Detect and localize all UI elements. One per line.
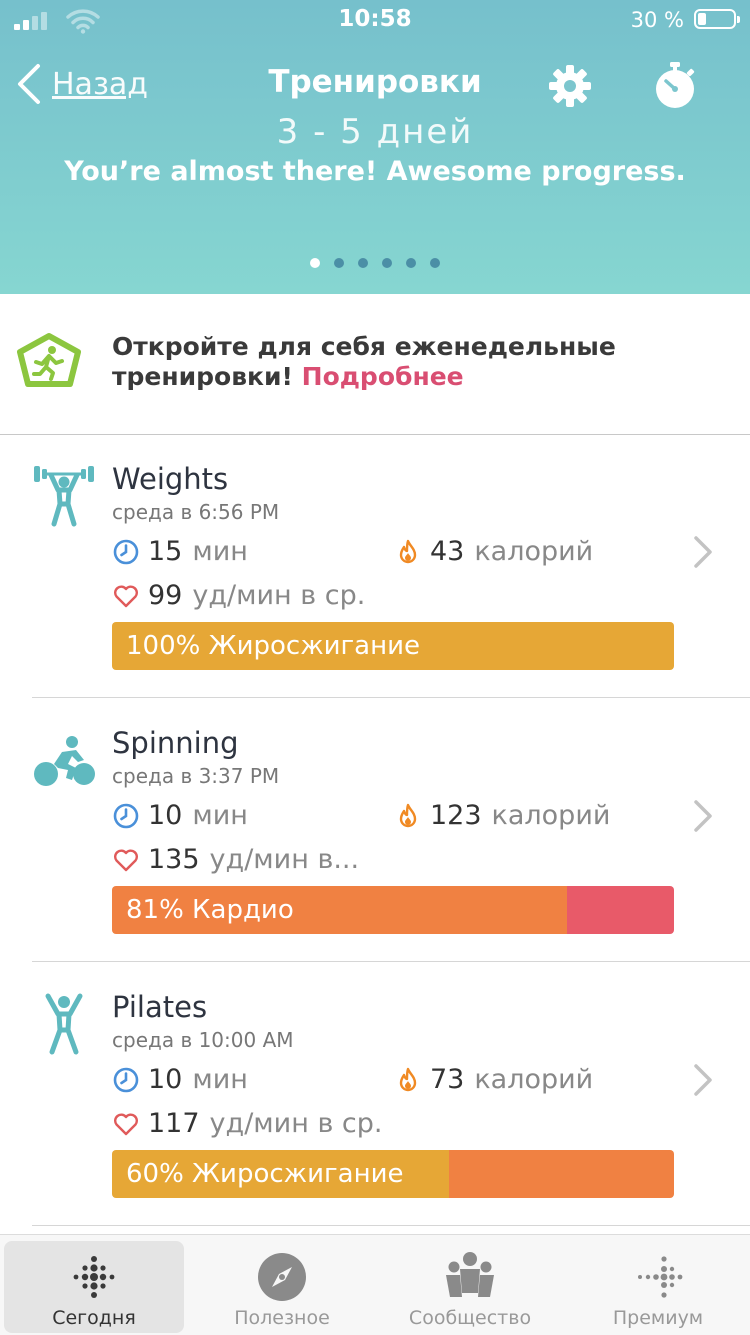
heart-rate-unit: уд/мин в... [209,844,360,875]
duration-stat: 10 мин [112,1064,248,1095]
clock-icon [113,1067,139,1092]
duration-stat: 10 мин [112,800,248,831]
page-dot[interactable] [406,258,416,268]
heart-icon [114,849,138,871]
duration-unit: мин [192,800,248,831]
flame-icon [399,803,417,827]
workout-name: Spinning [112,726,239,760]
running-badge-icon [17,333,81,387]
page-dot[interactable] [358,258,368,268]
clock-icon [113,803,139,828]
calories-unit: калорий [474,1064,594,1095]
page-dot[interactable] [430,258,440,268]
workout-name: Pilates [112,990,208,1024]
zone-label: 81% Кардио [126,895,294,925]
duration-unit: мин [192,1064,248,1095]
duration-value: 10 [148,800,183,831]
heart-rate-stat: 117 уд/мин в ср. [112,1108,383,1139]
workout-row[interactable]: Pilates среда в 10:00 AM 10 мин 73 калорий 117… [0,962,750,1226]
heart-icon [114,585,138,607]
battery-percentage: 30 % [630,8,684,32]
tab-compass[interactable]: Полезное [192,1241,372,1333]
hero-headline: 3 - 5 дней [276,112,474,152]
duration-value: 15 [148,536,183,567]
heart-rate-value: 99 [148,580,183,611]
header: 10:58 30 % Назад Тренировки 3 - 5 дней Y… [0,0,750,294]
promo-text: Откройте для себя еженедельные тренировк… [112,332,732,392]
tab-label: Премиум [612,1307,704,1329]
zone-segment-peak [567,886,674,934]
calories-stat: 73 калорий [394,1064,593,1095]
compass-icon [258,1253,306,1301]
calories-unit: калорий [491,800,611,831]
chevron-right-icon [694,536,712,568]
workout-time: среда в 10:00 AM [112,1028,294,1052]
zone-segment-cardio [449,1150,674,1198]
page-indicator[interactable] [310,258,454,268]
weekly-workouts-promo[interactable]: Откройте для себя еженедельные тренировк… [0,294,750,435]
status-bar: 10:58 30 % [0,0,750,44]
flame-icon [399,539,417,563]
workout-name: Weights [112,462,229,496]
heart-zone-bar: 100% Жиросжигание [112,622,674,670]
workout-time: среда в 6:56 PM [112,500,280,524]
weightlifting-icon [34,466,94,527]
chevron-right-icon [694,1064,712,1096]
calories-value: 73 [430,1064,465,1095]
tab-today[interactable]: Сегодня [4,1241,184,1333]
learn-more-link[interactable]: Подробнее [302,362,464,391]
workout-time: среда в 3:37 PM [112,764,280,788]
workout-row[interactable]: Weights среда в 6:56 PM 15 мин 43 калорий 99 уд… [0,434,750,698]
hero-subtitle: You’re almost there! Awesome progress. [64,156,686,187]
row-divider [32,1225,750,1226]
heart-rate-stat: 99 уд/мин в ср. [112,580,365,611]
page-dot[interactable] [310,258,320,268]
page-title: Тренировки [268,64,482,100]
today-icon [73,1256,115,1298]
calories-stat: 43 калорий [394,536,593,567]
page-dot[interactable] [382,258,392,268]
tab-label: Сообщество [408,1307,532,1329]
heart-zone-bar: 81% Кардио [112,886,674,934]
duration-unit: мин [192,536,248,567]
tab-premium[interactable]: Премиум [568,1241,748,1333]
chevron-right-icon [694,800,712,832]
calories-unit: калорий [474,536,594,567]
duration-value: 10 [148,1064,183,1095]
heart-icon [114,1113,138,1135]
premium-icon [638,1256,683,1298]
zone-label: 60% Жиросжигание [126,1159,404,1189]
calories-value: 43 [430,536,465,567]
community-icon [446,1252,494,1297]
calories-stat: 123 калорий [394,800,610,831]
heart-zone-bar: 60% Жиросжигание [112,1150,674,1198]
tab-label: Сегодня [52,1307,136,1329]
pilates-icon [45,993,83,1055]
page-dot[interactable] [334,258,344,268]
gear-icon[interactable] [546,62,594,110]
flame-icon [399,1067,417,1091]
heart-rate-stat: 135 уд/мин в... [112,844,359,875]
tab-community[interactable]: Сообщество [380,1241,560,1333]
tab-label: Полезное [234,1307,330,1329]
heart-rate-unit: уд/мин в ср. [192,580,366,611]
calories-value: 123 [430,800,482,831]
zone-label: 100% Жиросжигание [126,631,421,661]
workout-row[interactable]: Spinning среда в 3:37 PM 10 мин 123 калорий 13… [0,698,750,962]
heart-rate-unit: уд/мин в ср. [209,1108,383,1139]
stopwatch-icon[interactable] [651,60,699,110]
cycling-icon [34,736,95,786]
duration-stat: 15 мин [112,536,248,567]
tab-bar: Сегодня Полезное Сообщество Премиум [0,1234,750,1335]
battery-icon [694,9,740,29]
clock-icon [113,539,139,564]
heart-rate-value: 117 [148,1108,200,1139]
heart-rate-value: 135 [148,844,200,875]
